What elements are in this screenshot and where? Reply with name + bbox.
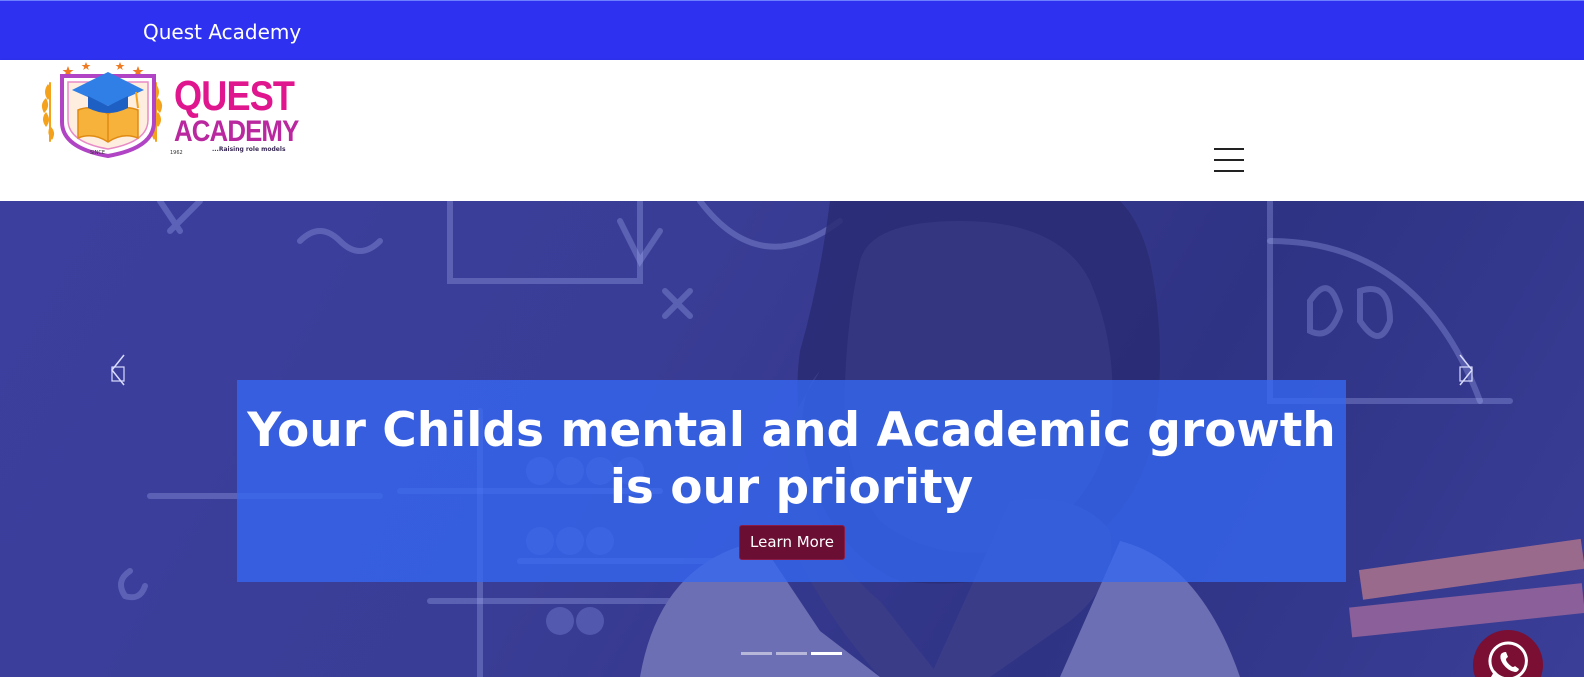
academy-crest-icon bbox=[41, 62, 163, 159]
learn-more-button[interactable]: Learn More bbox=[739, 525, 845, 560]
whatsapp-icon bbox=[1488, 641, 1528, 677]
logo-year-label: 1962 bbox=[170, 150, 183, 156]
hero-title: Your Childs mental and Academic growth i… bbox=[247, 403, 1336, 515]
hero-carousel: Your Childs mental and Academic growth i… bbox=[0, 201, 1584, 677]
logo-word-academy: ACADEMY bbox=[174, 115, 299, 148]
carousel-indicator-3[interactable] bbox=[811, 652, 842, 655]
chevron-right-icon[interactable] bbox=[1452, 353, 1478, 387]
logo-wordmark: QUEST ACADEMY bbox=[174, 72, 299, 148]
hamburger-icon[interactable] bbox=[1214, 148, 1244, 174]
logo-tagline: ...Raising role models bbox=[212, 146, 286, 153]
logo-word-quest: QUEST bbox=[174, 72, 295, 119]
main-navbar: QUEST ACADEMY ...Raising role models SIN… bbox=[0, 60, 1584, 201]
hero-caption: Your Childs mental and Academic growth i… bbox=[237, 380, 1346, 582]
carousel-indicator-1[interactable] bbox=[741, 652, 772, 655]
logo-since-label: SINCE bbox=[90, 150, 106, 156]
carousel-next-glyph bbox=[1459, 354, 1473, 386]
carousel-indicator-2[interactable] bbox=[776, 652, 807, 655]
site-title: Quest Academy bbox=[143, 20, 302, 44]
site-logo[interactable]: QUEST ACADEMY ...Raising role models SIN… bbox=[38, 62, 299, 160]
top-bar: Quest Academy bbox=[0, 0, 1584, 60]
carousel-prev-glyph bbox=[111, 354, 125, 386]
chevron-left-icon[interactable] bbox=[106, 353, 132, 387]
carousel-indicators bbox=[741, 652, 843, 658]
